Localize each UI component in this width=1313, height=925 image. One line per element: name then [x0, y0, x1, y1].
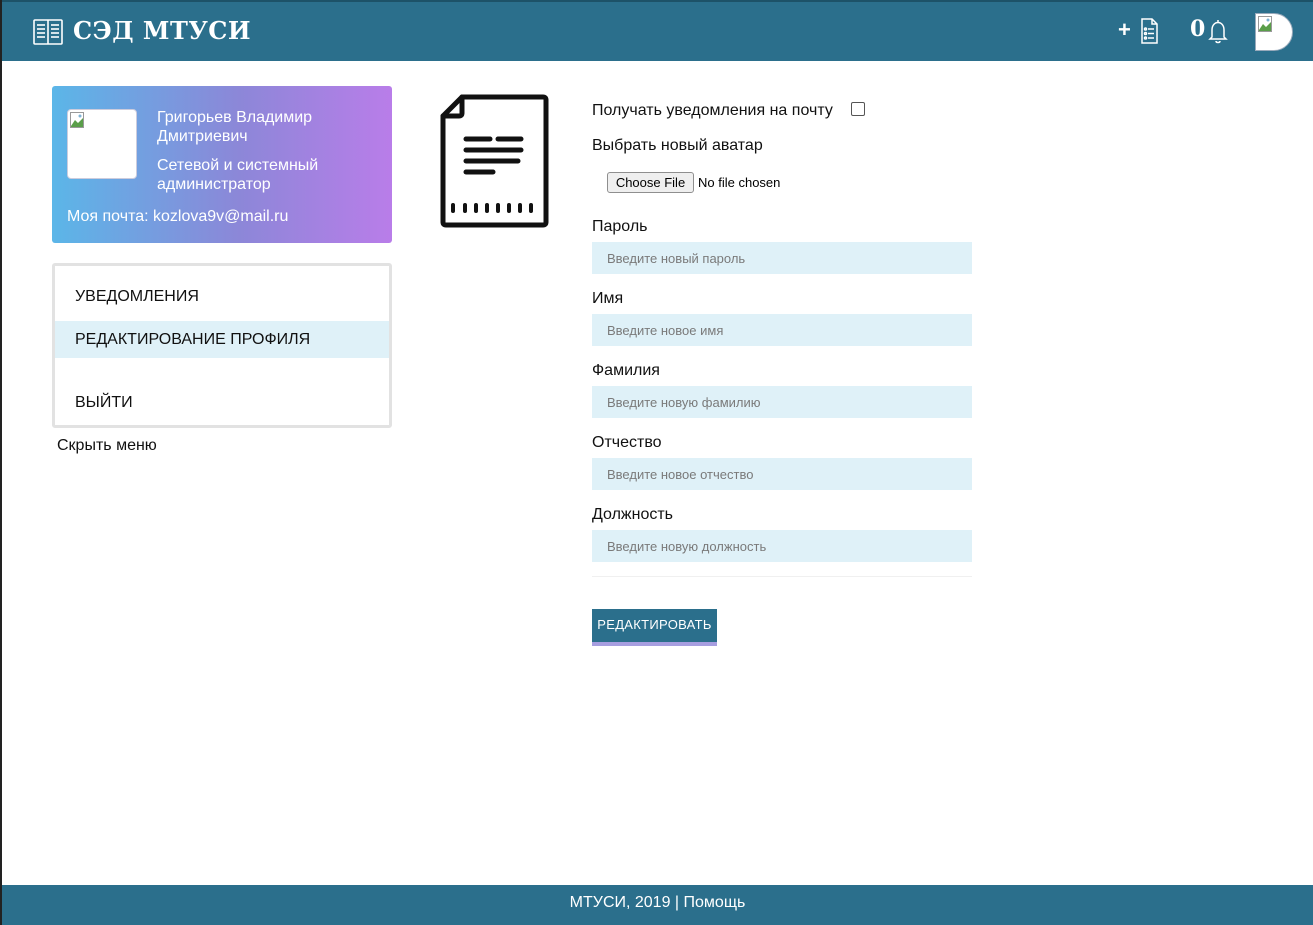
edit-submit-button[interactable]: РЕДАКТИРОВАТЬ — [592, 609, 717, 646]
menu-item-notifications[interactable]: УВЕДОМЛЕНИЯ — [55, 278, 389, 315]
choose-file-button[interactable]: Choose File — [607, 172, 694, 193]
menu-item-logout[interactable]: ВЫЙТИ — [55, 384, 389, 421]
footer: МТУСИ, 2019 | Помощь — [2, 885, 1313, 925]
avatar-label: Выбрать новый аватар — [592, 137, 763, 154]
open-book-icon — [33, 19, 63, 45]
hide-menu-link[interactable]: Скрыть меню — [57, 437, 157, 455]
email-notify-label: Получать уведомления на почту — [592, 102, 833, 119]
profile-name: Григорьев Владимир Дмитриевич — [157, 109, 313, 145]
footer-separator: | — [670, 894, 684, 911]
notification-count: 0 — [1190, 16, 1206, 42]
profile-card: Григорьев Владимир Дмитриевич Сетевой и … — [52, 86, 392, 243]
profile-avatar — [67, 109, 137, 179]
broken-image-icon — [1258, 16, 1272, 32]
surname-label: Фамилия — [592, 362, 660, 379]
document-list-icon — [1141, 18, 1158, 44]
side-menu: УВЕДОМЛЕНИЯ РЕДАКТИРОВАНИЕ ПРОФИЛЯ ВЫЙТИ — [52, 263, 392, 428]
profile-email: Моя почта: kozlova9v@mail.ru — [67, 208, 289, 225]
form-divider — [592, 576, 972, 577]
password-input[interactable] — [592, 242, 972, 274]
name-label: Имя — [592, 290, 624, 307]
app-title[interactable]: СЭД МТУСИ — [73, 16, 251, 45]
help-link[interactable]: Помощь — [684, 894, 746, 911]
position-input[interactable] — [592, 530, 972, 562]
menu-item-edit-profile[interactable]: РЕДАКТИРОВАНИЕ ПРОФИЛЯ — [55, 321, 389, 358]
plus-icon: + — [1118, 17, 1131, 42]
top-header: СЭД МТУСИ + 0 — [2, 0, 1313, 61]
password-label: Пароль — [592, 218, 648, 235]
patronymic-label: Отчество — [592, 434, 662, 451]
user-avatar[interactable] — [1255, 13, 1293, 51]
document-icon — [440, 94, 549, 228]
name-input[interactable] — [592, 314, 972, 346]
patronymic-input[interactable] — [592, 458, 972, 490]
bell-icon — [1208, 20, 1228, 44]
window-edge — [0, 0, 2, 925]
file-status: No file chosen — [698, 175, 781, 190]
profile-role: Сетевой и системный администратор — [157, 157, 319, 193]
email-notify-checkbox[interactable] — [851, 102, 865, 116]
broken-image-icon — [70, 112, 84, 128]
position-label: Должность — [592, 506, 673, 523]
footer-org: МТУСИ, 2019 — [569, 894, 671, 911]
surname-input[interactable] — [592, 386, 972, 418]
